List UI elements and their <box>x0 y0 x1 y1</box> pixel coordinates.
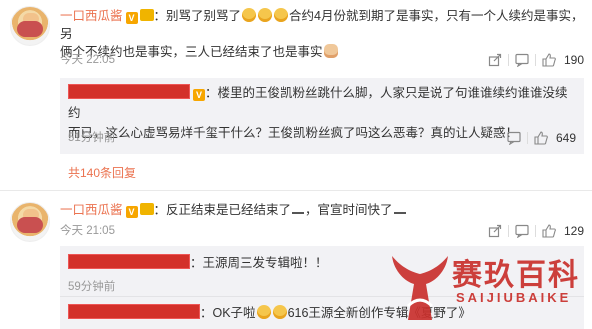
redacted-username[interactable] <box>68 304 200 319</box>
laugh-emoji-icon <box>256 305 271 319</box>
comment-text-b: ，官宣时间快了 <box>305 203 393 217</box>
reply-time: 51分钟前 <box>68 132 116 144</box>
comment-meta: 今天 21:05 129 <box>60 223 584 239</box>
more-replies-link[interactable]: 共140条回复 <box>68 164 136 181</box>
comment-icon[interactable] <box>507 131 521 145</box>
verified-v-icon: V <box>125 206 138 218</box>
grin-emoji-icon <box>242 8 257 22</box>
like-icon[interactable] <box>542 53 556 67</box>
level-badge-icon <box>139 9 154 21</box>
comment-body: 一口西瓜酱 V ：反正结束是已经结束了 ，官宣时间快了 <box>60 201 584 219</box>
comment-icon[interactable] <box>515 224 529 238</box>
like-icon[interactable] <box>534 131 548 145</box>
level-badge-icon <box>139 203 154 215</box>
comment-text-b: 合约4月份就到期了是事实，只有一个人续约是事实，另 <box>60 9 584 41</box>
verified-v-icon: V <box>193 89 205 101</box>
comment-meta: 今天 22:05 190 <box>60 52 584 68</box>
like-count: 129 <box>563 224 584 238</box>
comment-text-a: ：别骂了别骂了 <box>153 9 242 23</box>
comment-icon[interactable] <box>515 53 529 67</box>
reply-thread: ：王源周三发专辑啦！！ 59分钟前 ：OK子啦 616王源全新创作专辑《夏野了》 <box>60 246 584 329</box>
comment-divider <box>0 190 592 191</box>
username-link[interactable]: 一口西瓜酱 <box>60 203 123 217</box>
laugh-emoji-icon <box>272 305 287 319</box>
peace-emoji-icon <box>292 202 304 216</box>
reply-body: ：王源周三发专辑啦！！ <box>68 254 328 272</box>
redacted-username[interactable] <box>68 254 190 269</box>
reply-time: 59分钟前 <box>68 281 116 293</box>
comment-time: 今天 21:05 <box>60 225 115 237</box>
comment-text-a: ：反正结束是已经结束了 <box>153 203 292 217</box>
user-avatar[interactable] <box>10 202 50 242</box>
user-avatar[interactable] <box>10 6 50 46</box>
reply-text-a: ：OK子啦 <box>200 306 256 320</box>
verified-v-icon: V <box>125 12 138 24</box>
username-link[interactable]: 一口西瓜酱 <box>60 9 123 23</box>
reply-text-b: 616王源全新创作专辑《夏野了》 <box>287 306 471 320</box>
share-icon[interactable] <box>488 53 502 67</box>
reply-text: ：王源周三发专辑啦！！ <box>190 256 328 270</box>
like-count: 190 <box>563 53 584 67</box>
grin-emoji-icon <box>274 8 289 22</box>
share-icon[interactable] <box>488 224 502 238</box>
peace-emoji-icon <box>394 202 406 216</box>
like-icon[interactable] <box>542 224 556 238</box>
redacted-username[interactable] <box>68 84 190 99</box>
reply-like-count: 649 <box>555 131 576 145</box>
grin-emoji-icon <box>258 8 273 22</box>
reply-thread: V ：楼里的王俊凯粉丝跳什么脚，人家只是说了句谁谁续约谁谁没续约 而已，这么心虚骂… <box>60 78 584 154</box>
comment-time: 今天 22:05 <box>60 54 115 66</box>
reply-body-2: ：OK子啦 616王源全新创作专辑《夏野了》 <box>68 304 471 322</box>
